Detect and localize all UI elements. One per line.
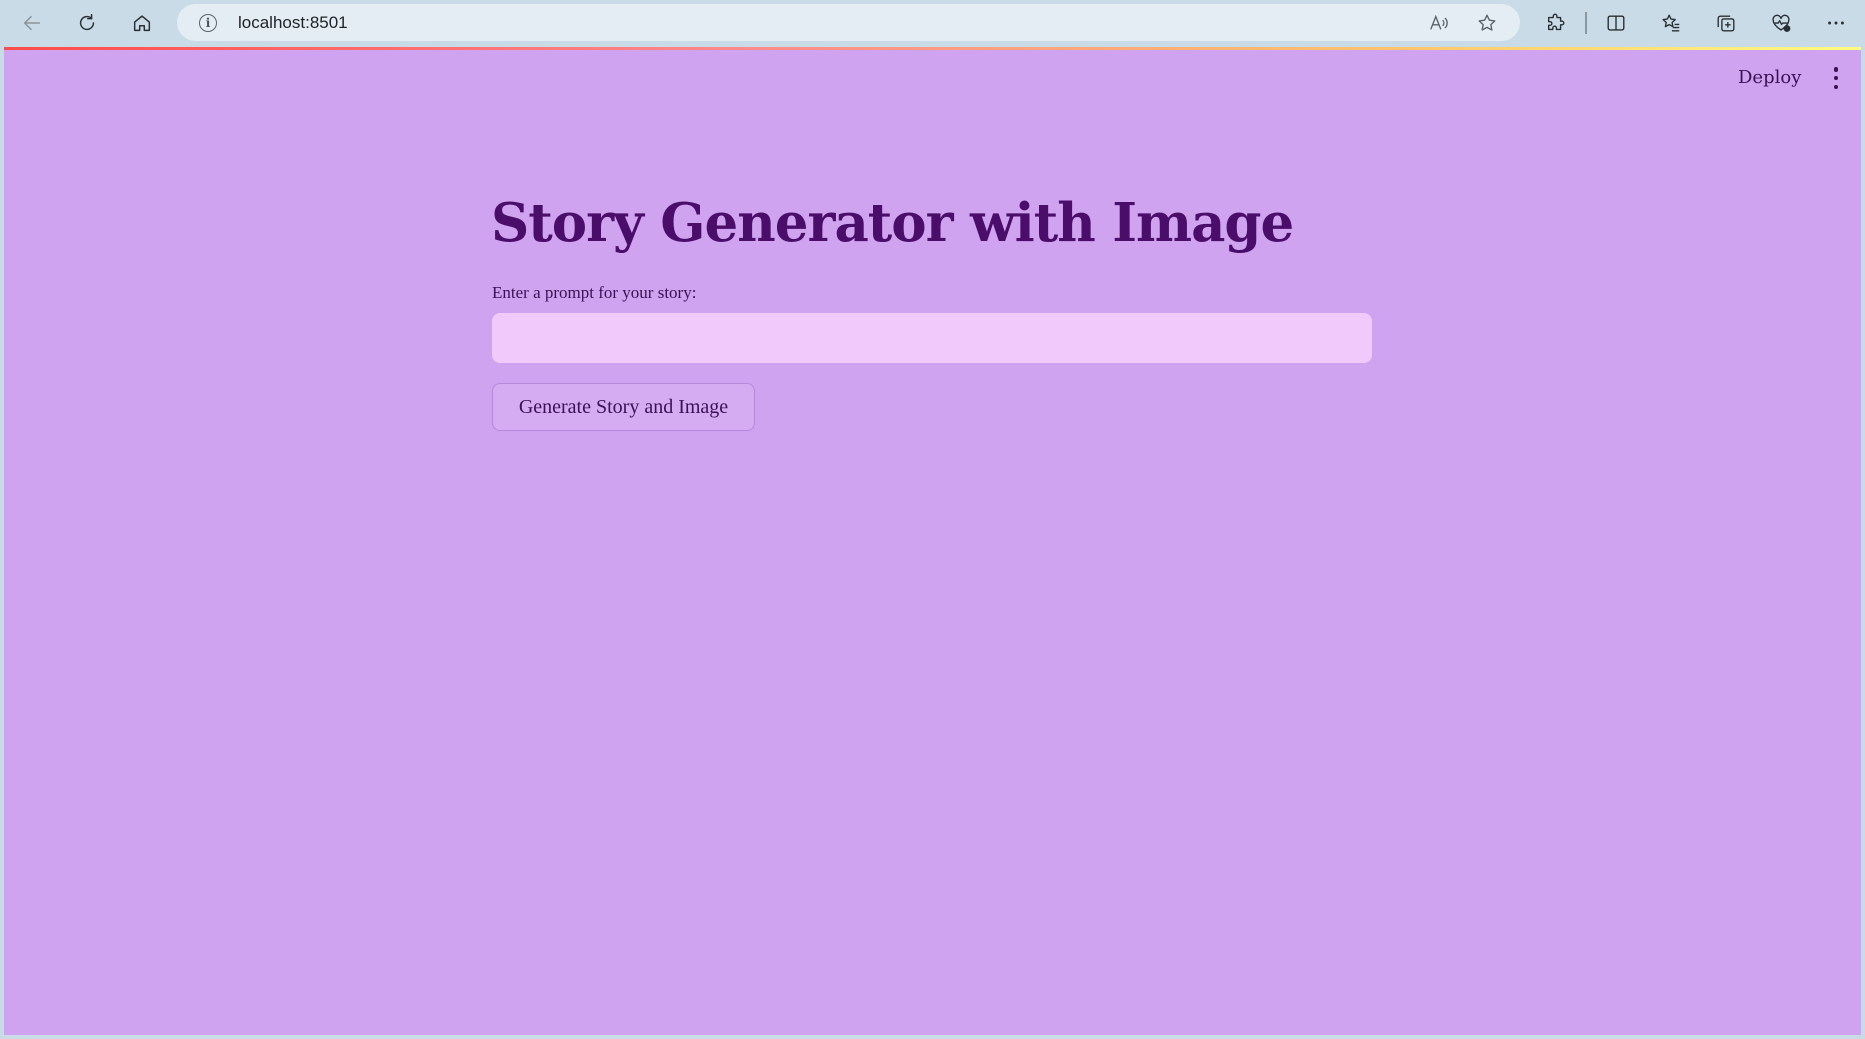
- puzzle-icon: [1547, 13, 1565, 31]
- generate-story-button[interactable]: Generate Story and Image: [492, 383, 755, 431]
- read-aloud-button[interactable]: [1424, 11, 1454, 35]
- collections-button[interactable]: [1710, 8, 1742, 38]
- menu-dot: [1833, 67, 1839, 72]
- reload-button[interactable]: [71, 7, 103, 39]
- back-button[interactable]: [16, 7, 48, 39]
- menu-dot: [1833, 84, 1839, 89]
- menu-dot: [1833, 75, 1839, 81]
- browser-essentials-button[interactable]: [1765, 8, 1797, 38]
- header-decoration-bar: [4, 47, 1861, 50]
- prompt-label: Enter a prompt for your story:: [492, 283, 697, 302]
- add-favorite-button[interactable]: [1472, 11, 1502, 35]
- arrow-left-icon: [23, 15, 41, 31]
- collections-icon: [1717, 15, 1735, 32]
- prompt-input[interactable]: [492, 313, 1372, 363]
- star-icon: [1478, 14, 1496, 31]
- extensions-button[interactable]: [1540, 8, 1572, 38]
- info-icon[interactable]: i: [199, 14, 217, 32]
- split-screen-button[interactable]: [1600, 8, 1632, 38]
- home-button[interactable]: [126, 7, 158, 39]
- read-aloud-icon: [1430, 14, 1448, 30]
- favorites-list-icon: [1662, 14, 1680, 32]
- main-menu-button[interactable]: [1829, 67, 1843, 89]
- browser-toolbar: i localhost:8501: [0, 0, 1865, 46]
- toolbar-divider: [1585, 12, 1587, 34]
- split-screen-icon: [1607, 15, 1625, 31]
- home-icon: [133, 15, 151, 32]
- address-url[interactable]: localhost:8501: [238, 13, 348, 33]
- browser-menu-button[interactable]: [1820, 8, 1852, 38]
- deploy-button[interactable]: Deploy: [1738, 67, 1801, 88]
- heart-pulse-icon: [1772, 14, 1791, 32]
- app-viewport: Deploy Story Generator with Image Enter …: [4, 47, 1861, 1035]
- favorites-button[interactable]: [1655, 8, 1687, 38]
- refresh-icon: [79, 14, 95, 31]
- page-title: Story Generator with Image: [491, 192, 1294, 254]
- more-horizontal-icon: [1828, 21, 1844, 25]
- address-bar[interactable]: i localhost:8501: [177, 4, 1520, 41]
